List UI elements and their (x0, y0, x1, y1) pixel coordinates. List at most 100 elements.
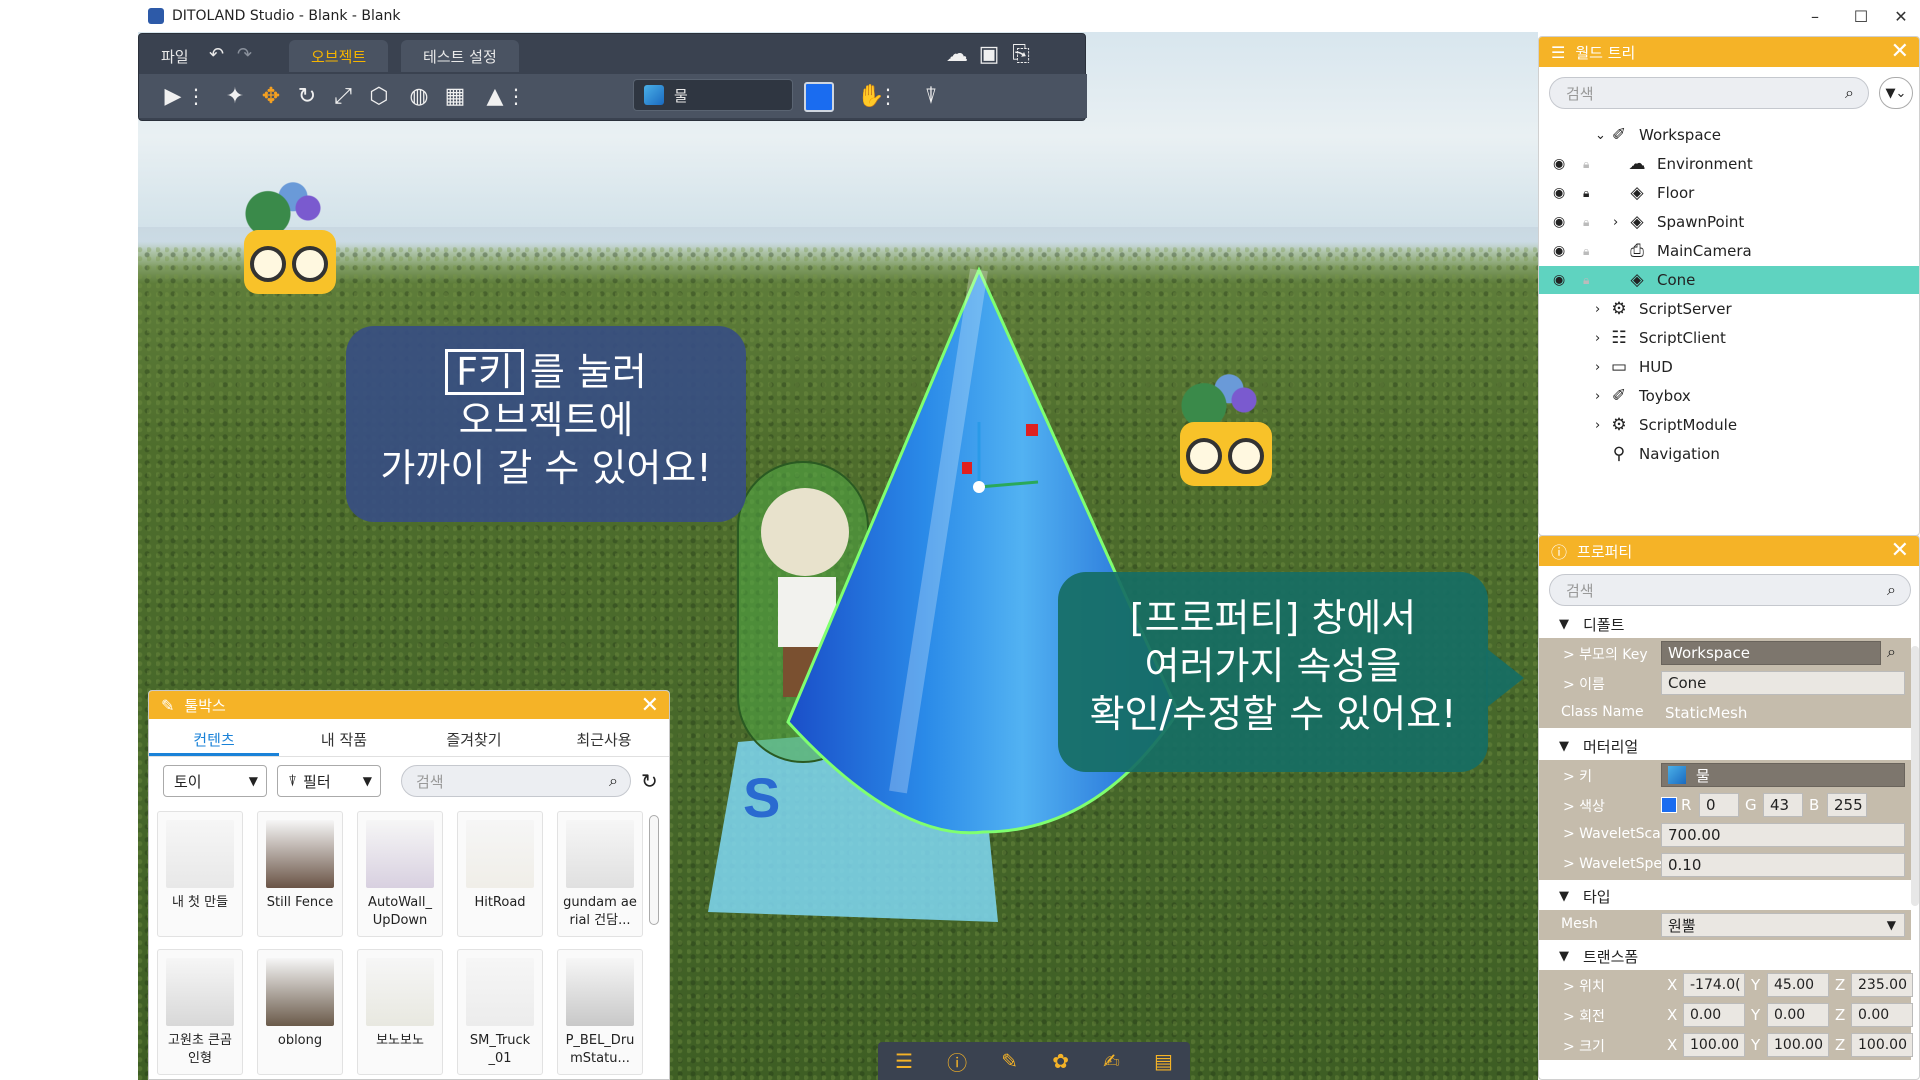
minimize-button[interactable]: – (1792, 0, 1838, 32)
tree-item-scriptmodule[interactable]: › ⚙ ScriptModule (1539, 411, 1919, 439)
tree-item-hud[interactable]: › ▭ HUD (1539, 353, 1919, 381)
tree-item-maincamera[interactable]: ◉ 🔒︎ ⎙ MainCamera (1539, 237, 1919, 265)
cube-outline-icon[interactable]: ⬡ (365, 82, 393, 110)
toolbox-item[interactable]: gundam ae rial 건담... (557, 811, 643, 937)
grid-icon[interactable]: ▦ (441, 82, 469, 110)
tab-object[interactable]: 오브젝트 (289, 40, 389, 72)
search-icon[interactable]: ⌕ (1887, 580, 1896, 600)
info-icon[interactable]: ⓘ (947, 1047, 967, 1076)
color-preview-swatch[interactable] (1661, 797, 1677, 813)
tree-item-workspace[interactable]: ⌄ ✐ Workspace (1539, 121, 1919, 149)
search-icon[interactable]: ⌕ (609, 771, 618, 791)
search-icon[interactable]: ⌕ (1887, 642, 1896, 662)
visibility-eye-icon[interactable]: ◉ (1553, 156, 1565, 172)
water-drop-icon[interactable]: ▲ (481, 82, 509, 110)
chevron-right-icon[interactable]: › (1595, 331, 1600, 346)
file-menu[interactable]: 파일 (161, 46, 189, 67)
toolbox-item[interactable]: 고원초 큰곰 인형 (157, 949, 243, 1075)
visibility-eye-icon[interactable]: ◉ (1553, 272, 1565, 288)
category-dropdown[interactable]: 토이 ▼ (163, 765, 267, 797)
gizmo-red-handle-2[interactable] (962, 462, 972, 474)
tree-item-spawnpoint[interactable]: ◉ 🔒︎ › ◈ SpawnPoint (1539, 208, 1919, 236)
close-button[interactable]: ✕ (1878, 0, 1920, 32)
position-x-field[interactable]: -174.0( (1683, 973, 1745, 997)
wavelet-scale-field[interactable]: 700.00 (1661, 823, 1905, 847)
color-swatch[interactable] (804, 82, 834, 112)
world-tree-close-icon[interactable]: ✕ (1891, 39, 1909, 64)
color-g-field[interactable]: 43 (1763, 793, 1803, 817)
cloud-upload-icon[interactable]: ☁ (943, 40, 971, 68)
lock-icon[interactable]: 🔒︎ (1583, 244, 1589, 259)
chevron-right-icon[interactable]: › (1595, 360, 1600, 375)
toolbox-item[interactable]: P_BEL_Dru mStatu... (557, 949, 643, 1075)
visibility-eye-icon[interactable]: ◉ (1553, 185, 1565, 201)
name-field[interactable]: Cone (1661, 671, 1905, 695)
tab-contents[interactable]: 컨텐츠 (149, 719, 279, 756)
toolbox-item[interactable]: 내 첫 만들 (157, 811, 243, 937)
material-selector[interactable]: 물 (633, 79, 793, 111)
scale-y-field[interactable]: 100.00 (1767, 1033, 1829, 1057)
lock-icon[interactable]: 🔒︎ (1583, 215, 1589, 230)
tree-item-toybox[interactable]: › ✐ Toybox (1539, 382, 1919, 410)
rotation-y-field[interactable]: 0.00 (1767, 1003, 1829, 1027)
tree-item-floor[interactable]: ◉ 🔒︎ ◈ Floor (1539, 179, 1919, 207)
rotation-x-field[interactable]: 0.00 (1683, 1003, 1745, 1027)
tab-recent[interactable]: 최근사용 (539, 719, 669, 756)
material-key-field[interactable]: 물 (1661, 763, 1905, 787)
tab-my-works[interactable]: 내 작품 (279, 719, 409, 756)
scale-z-field[interactable]: 100.00 (1851, 1033, 1913, 1057)
toolbox-item[interactable]: HitRoad (457, 811, 543, 937)
position-z-field[interactable]: 235.00 (1851, 973, 1913, 997)
save-icon[interactable]: ▣ (975, 40, 1003, 68)
chevron-right-icon[interactable]: › (1613, 215, 1618, 230)
tree-item-environment[interactable]: ◉ 🔒︎ ☁ Environment (1539, 150, 1919, 178)
section-material[interactable]: ▼ 머터리얼 (1539, 732, 1911, 760)
search-icon[interactable]: ⌕ (1845, 83, 1854, 103)
section-default[interactable]: ▼ 디폴트 (1539, 610, 1911, 638)
lock-icon[interactable]: 🔒︎ (1583, 186, 1589, 201)
visibility-eye-icon[interactable]: ◉ (1553, 214, 1565, 230)
hand-options-icon[interactable]: ⋮ (878, 82, 898, 110)
rotate-icon[interactable]: ↻ (293, 82, 321, 110)
edit-note-icon[interactable]: ✍ (1103, 1049, 1120, 1073)
move-icon[interactable]: ✥ (257, 82, 285, 110)
lock-icon[interactable]: 🔒︎ (1583, 273, 1589, 288)
tab-favorites[interactable]: 즐겨찾기 (409, 719, 539, 756)
chevron-down-icon[interactable]: ⌄ (1595, 128, 1606, 143)
position-y-field[interactable]: 45.00 (1767, 973, 1829, 997)
world-tree-icon[interactable]: ☰ (895, 1049, 913, 1073)
chevron-right-icon[interactable]: › (1595, 389, 1600, 404)
wavelet-speed-field[interactable]: 0.10 (1661, 853, 1905, 877)
visibility-eye-icon[interactable]: ◉ (1553, 243, 1565, 259)
new-file-icon[interactable]: ⎘ (1007, 40, 1035, 68)
color-b-field[interactable]: 255 (1827, 793, 1867, 817)
world-tree-search-input[interactable]: 검색 ⌕ (1549, 77, 1869, 109)
properties-search-input[interactable]: 검색 ⌕ (1549, 574, 1911, 606)
color-r-field[interactable]: 0 (1699, 793, 1739, 817)
wrench-icon[interactable]: ✎ (1001, 1049, 1018, 1073)
toolbox-scrollbar[interactable] (649, 815, 659, 925)
scale-x-field[interactable]: 100.00 (1683, 1033, 1745, 1057)
tab-test-settings[interactable]: 테스트 설정 (401, 40, 519, 72)
tree-item-scriptserver[interactable]: › ⚙ ScriptServer (1539, 295, 1919, 323)
toolbox-item[interactable]: 보노보노 (357, 949, 443, 1075)
gizmo-red-handle[interactable] (1026, 424, 1038, 436)
undo-icon[interactable]: ↶ (209, 44, 224, 65)
chevron-right-icon[interactable]: › (1595, 302, 1600, 317)
filter-dropdown[interactable]: ⍒ 필터 ▼ (277, 765, 381, 797)
tree-item-navigation[interactable]: ⚲ Navigation (1539, 440, 1919, 468)
toolbox-item[interactable]: oblong (257, 949, 343, 1075)
view-filter-icon[interactable]: ⍒ (917, 82, 945, 110)
properties-close-icon[interactable]: ✕ (1891, 538, 1909, 563)
select-icon[interactable]: ✦ (221, 82, 249, 110)
gizmo-center[interactable] (973, 481, 985, 493)
toolbox-search-input[interactable]: 검색 ⌕ (401, 765, 631, 797)
redo-icon[interactable]: ↷ (237, 44, 252, 65)
toolbox-item[interactable]: SM_Truck _01 (457, 949, 543, 1075)
mesh-dropdown[interactable]: 원뿔 ▼ (1661, 913, 1905, 937)
rotation-z-field[interactable]: 0.00 (1851, 1003, 1913, 1027)
section-type[interactable]: ▼ 타입 (1539, 882, 1911, 910)
scale-icon[interactable]: ⤢ (329, 82, 357, 110)
parent-key-field[interactable]: Workspace (1661, 641, 1881, 665)
toolbox-item[interactable]: AutoWall_ UpDown (357, 811, 443, 937)
